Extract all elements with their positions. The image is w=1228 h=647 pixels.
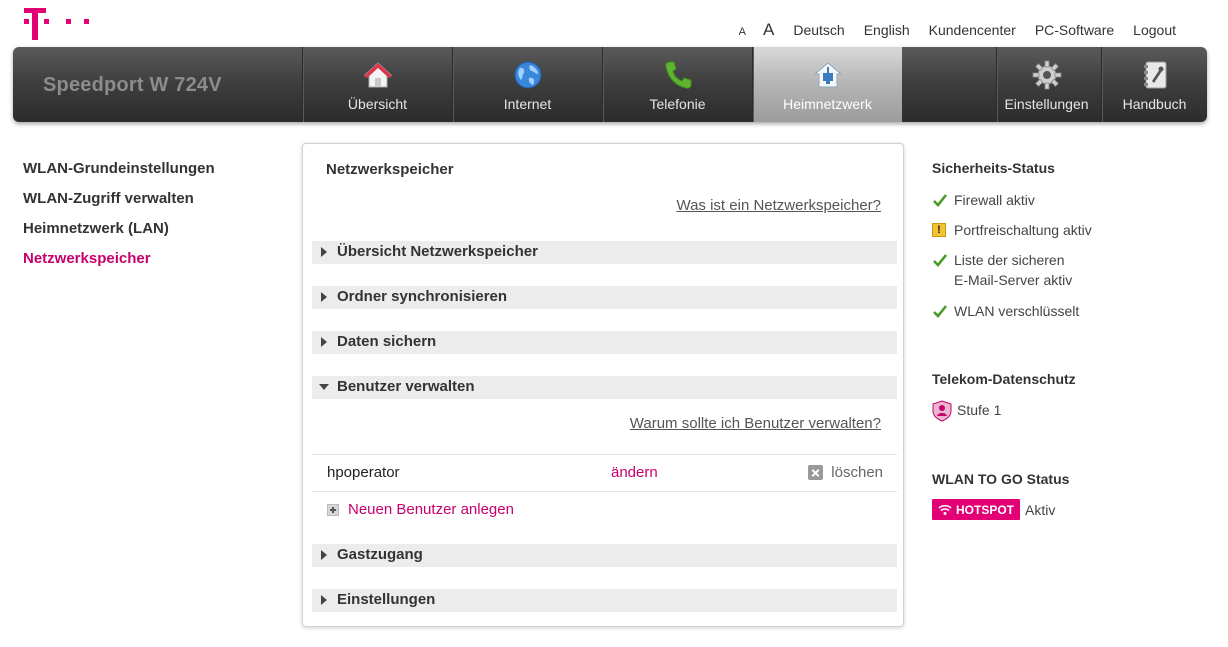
book-icon [1139,59,1171,91]
privacy-title: Telekom-Datenschutz [932,371,1076,387]
sidebar-item-wlan-zugriff[interactable]: WLAN-Zugriff verwalten [23,190,215,208]
tab-einstellungen[interactable]: Einstellungen [996,47,1096,122]
status-text-line2: E-Mail-Server aktiv [954,272,1073,288]
tab-internet[interactable]: Internet [452,47,602,122]
wifi-icon [938,504,952,515]
help-link-netzwerkspeicher[interactable]: Was ist ein Netzwerkspeicher? [676,197,881,214]
home-icon [362,59,394,91]
tab-label: Heimnetzwerk [783,96,872,112]
privacy-level: Stufe 1 [932,400,1001,422]
chevron-right-icon [321,292,327,302]
language-english-link[interactable]: English [864,22,910,38]
check-icon [933,194,948,207]
tab-label: Internet [503,96,552,112]
edit-user-link[interactable]: ändern [611,464,658,481]
kundencenter-link[interactable]: Kundencenter [929,22,1016,38]
security-status-title: Sicherheits-Status [932,160,1055,176]
section-benutzer-verwalten[interactable]: Benutzer verwalten [312,376,897,399]
language-german-link[interactable]: Deutsch [793,22,844,38]
section-einstellungen[interactable]: Einstellungen [312,589,897,612]
status-text: Portfreischaltung aktiv [954,222,1092,238]
add-user-label: Neuen Benutzer anlegen [348,501,514,518]
hotspot-badge: HOTSPOT [932,499,1021,520]
sidebar: WLAN-Grundeinstellungen WLAN-Zugriff ver… [23,160,215,280]
delete-user-button[interactable]: löschen [808,464,883,481]
section-title: Gastzugang [337,546,423,563]
status-text: Liste der sicheren E-Mail-Server aktiv [954,250,1072,290]
tab-handbuch[interactable]: Handbuch [1101,47,1207,122]
warning-icon: ! [932,223,946,237]
telekom-logo[interactable] [24,8,94,42]
section-title: Benutzer verwalten [337,378,475,395]
gear-icon [1031,59,1063,91]
sidebar-item-netzwerkspeicher[interactable]: Netzwerkspeicher [23,250,215,268]
section-uebersicht-netzwerkspeicher[interactable]: Übersicht Netzwerkspeicher [312,241,897,264]
chevron-right-icon [321,247,327,257]
privacy-level-text: Stufe 1 [957,402,1002,418]
user-row: hpoperator ändern löschen [312,454,897,492]
help-link-benutzer[interactable]: Warum sollte ich Benutzer verwalten? [630,415,881,432]
pc-software-link[interactable]: PC-Software [1035,22,1114,38]
network-icon [812,59,844,91]
chevron-right-icon [321,550,327,560]
section-title: Übersicht Netzwerkspeicher [337,243,538,260]
tab-label: Handbuch [1122,96,1187,112]
chevron-down-icon [319,384,329,390]
status-portfreischaltung: ! Portfreischaltung aktiv [932,220,1092,240]
section-gastzugang[interactable]: Gastzugang [312,544,897,567]
phone-icon [662,59,694,91]
shield-icon [932,400,952,422]
font-size-small-link[interactable]: A [739,26,746,38]
plus-icon [327,503,339,516]
tab-uebersicht[interactable]: Übersicht [302,47,452,122]
chevron-right-icon [321,337,327,347]
check-icon [933,254,948,267]
chevron-right-icon [321,595,327,605]
check-icon [933,305,948,318]
section-title: Daten sichern [337,333,437,350]
globe-icon [512,59,544,91]
section-ordner-synchronisieren[interactable]: Ordner synchronisieren [312,286,897,309]
sidebar-item-heimnetzwerk-lan[interactable]: Heimnetzwerk (LAN) [23,220,215,238]
section-daten-sichern[interactable]: Daten sichern [312,331,897,354]
add-user-button[interactable]: Neuen Benutzer anlegen [327,501,514,518]
tab-label: Einstellungen [1004,96,1089,112]
tab-label: Übersicht [347,96,408,112]
content-panel: Netzwerkspeicher Was ist ein Netzwerkspe… [302,143,904,627]
status-text: WLAN verschlüsselt [954,303,1080,319]
status-wlan: WLAN verschlüsselt [932,301,1079,321]
device-name: Speedport W 724V [43,74,222,96]
hotspot-state: Aktiv [1025,501,1056,518]
status-text-line1: Liste der sicheren [954,252,1065,268]
user-name: hpoperator [327,464,400,481]
wlan-to-go-title: WLAN TO GO Status [932,471,1070,487]
sidebar-item-wlan-grundeinstellungen[interactable]: WLAN-Grundeinstellungen [23,160,215,178]
top-links: A A Deutsch English Kundencenter PC-Soft… [720,20,1176,40]
main-navigation: Speedport W 724V Übersicht Internet Tele… [13,47,1207,122]
page-title: Netzwerkspeicher [326,161,454,178]
section-title: Ordner synchronisieren [337,288,508,305]
delete-label: löschen [831,464,883,481]
wlan-to-go-status: HOTSPOT Aktiv [932,499,1055,520]
section-title: Einstellungen [337,591,436,608]
close-icon [808,465,824,480]
tab-telefonie[interactable]: Telefonie [602,47,752,122]
tab-heimnetzwerk[interactable]: Heimnetzwerk [752,47,902,122]
font-size-large-link[interactable]: A [763,20,774,40]
status-email-server: Liste der sicheren E-Mail-Server aktiv [932,250,1072,290]
logout-link[interactable]: Logout [1133,22,1176,38]
status-firewall: Firewall aktiv [932,190,1035,210]
tab-label: Telefonie [649,96,706,112]
status-text: Firewall aktiv [954,192,1035,208]
hotspot-label: HOTSPOT [956,502,1015,517]
